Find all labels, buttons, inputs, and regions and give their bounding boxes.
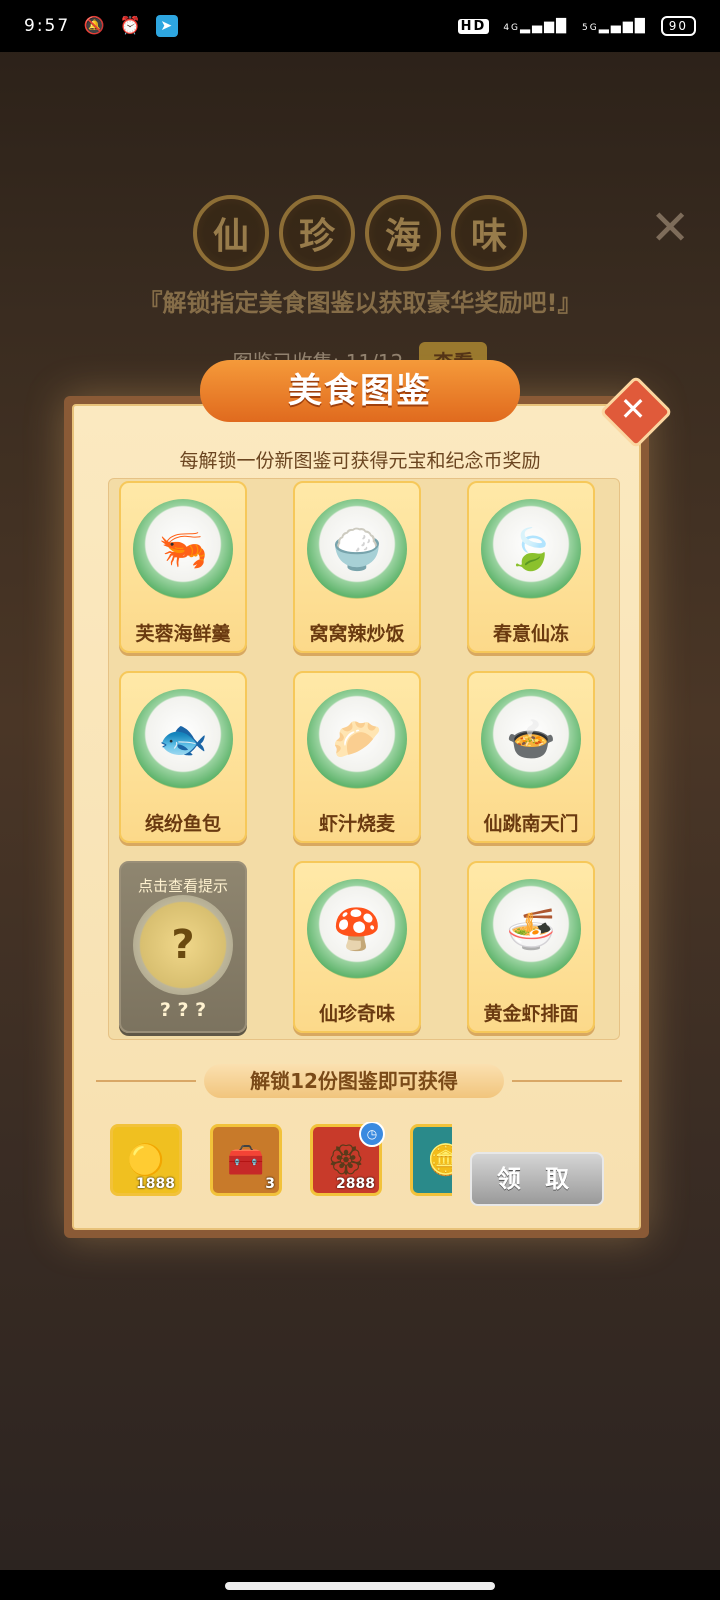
noodle-icon: 🍜 <box>481 879 581 979</box>
signal-4g-label: 4G <box>503 22 521 33</box>
reward-list[interactable]: 🟡 1888 🧰 3 🏵 2888 ◷ 🪙 1 <box>108 1122 452 1198</box>
home-indicator[interactable] <box>225 1582 495 1590</box>
dish-label-9: 黄金虾排面 <box>483 1003 579 1025</box>
dish-grid: 🦐 芙蓉海鲜羹 🍚 窝窝辣炒饭 🍃 春意仙冻 🐟 缤纷鱼包 🥟 虾汁烧麦 🍲 仙… <box>108 478 620 1040</box>
dish-label-8: 仙珍奇味 <box>318 1003 395 1025</box>
background-title: 仙 珍 海 味 <box>0 195 720 271</box>
telegram-icon: ➤ <box>156 15 179 37</box>
token-icon: 🏵 <box>326 1142 366 1178</box>
dish-card-9[interactable]: 🍜 黄金虾排面 <box>467 861 595 1033</box>
dish-label-7: ? ? ? <box>159 999 207 1021</box>
dish-label-2: 窝窝辣炒饭 <box>309 623 405 645</box>
alarm-icon: ⏰ <box>119 16 143 36</box>
divider-left <box>96 1080 196 1082</box>
signal-5g-label: 5G <box>582 22 599 33</box>
mute-bell-icon: 🔕 <box>83 16 107 36</box>
dish-card-7-locked[interactable]: 点击查看提示 ? ? ? ? <box>119 861 247 1033</box>
status-time: 9:57 <box>24 16 71 36</box>
modal-subtitle: 每解锁一份新图鉴可获得元宝和纪念币奖励 <box>179 450 541 472</box>
jelly-icon: 🍃 <box>481 499 581 599</box>
reward-banner: 解锁12份图鉴即可获得 <box>204 1064 504 1098</box>
claim-button[interactable]: 领 取 <box>470 1152 604 1206</box>
dish-label-1: 芙蓉海鲜羹 <box>135 623 231 645</box>
dish-card-5[interactable]: 🥟 虾汁烧麦 <box>293 671 421 843</box>
shaomai-icon: 🥟 <box>307 689 407 789</box>
reward-item-3[interactable]: 🏵 2888 ◷ <box>310 1122 385 1196</box>
background-subtitle: 『解锁指定美食图鉴以获取豪华奖励吧!』 <box>138 289 582 317</box>
coin-icon: 🪙 <box>427 1142 452 1178</box>
dish-card-6[interactable]: 🍲 仙跳南天门 <box>467 671 595 843</box>
treasure-chest-icon: 🧰 <box>227 1142 265 1178</box>
question-icon: ? <box>133 895 233 995</box>
reward-item-2[interactable]: 🧰 3 <box>210 1124 282 1196</box>
status-bar: 9:57 🔕 ⏰ ➤ HD 4G▂▄▆█ 5G▂▄▆█ 90 <box>0 0 720 52</box>
dish-label-4: 缤纷鱼包 <box>144 813 221 835</box>
seafood-soup-icon: 🦐 <box>133 499 233 599</box>
title-char-1: 仙 <box>193 195 269 271</box>
dish-card-2[interactable]: 🍚 窝窝辣炒饭 <box>293 481 421 653</box>
dish-card-4[interactable]: 🐟 缤纷鱼包 <box>119 671 247 843</box>
reward-item-1[interactable]: 🟡 1888 <box>110 1124 182 1196</box>
divider-right <box>512 1080 622 1082</box>
clock-icon: ◷ <box>359 1122 385 1147</box>
reward-count-2: 3 <box>265 1176 275 1192</box>
title-char-2: 珍 <box>279 195 355 271</box>
background-close-icon: ✕ <box>650 200 691 256</box>
dish-hint-7: 点击查看提示 <box>137 877 228 895</box>
dish-card-8[interactable]: 🍄 仙珍奇味 <box>293 861 421 1033</box>
dish-card-3[interactable]: 🍃 春意仙冻 <box>467 481 595 653</box>
signal-5g-icon: 5G▂▄▆█ <box>582 18 647 34</box>
dish-label-6: 仙跳南天门 <box>483 813 579 835</box>
hotpot-icon: 🍲 <box>481 689 581 789</box>
close-icon[interactable]: ✕ <box>610 386 656 432</box>
signal-4g-icon: 4G▂▄▆█ <box>503 18 569 34</box>
reward-item-4[interactable]: 🪙 1 <box>410 1124 452 1196</box>
reward-count-3: 2888 <box>336 1176 375 1192</box>
hd-indicator: HD <box>457 18 490 34</box>
dish-label-5: 虾汁烧麦 <box>318 813 395 835</box>
title-char-3: 海 <box>365 195 441 271</box>
dish-label-3: 春意仙冻 <box>492 623 569 645</box>
reward-count-1: 1888 <box>136 1176 175 1192</box>
mushroom-dish-icon: 🍄 <box>307 879 407 979</box>
dish-card-1[interactable]: 🦐 芙蓉海鲜羹 <box>119 481 247 653</box>
fish-bun-icon: 🐟 <box>133 689 233 789</box>
title-char-4: 味 <box>451 195 527 271</box>
modal-title: 美食图鉴 <box>200 360 520 422</box>
fried-rice-icon: 🍚 <box>307 499 407 599</box>
gold-ingot-icon: 🟡 <box>127 1142 165 1178</box>
battery-icon: 90 <box>660 16 696 36</box>
